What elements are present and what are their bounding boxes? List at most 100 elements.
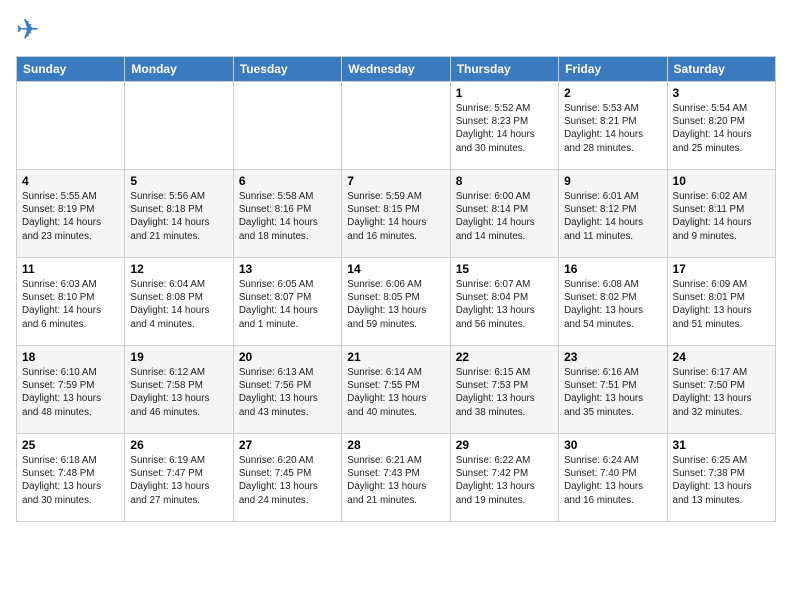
day-number: 1 bbox=[456, 86, 553, 100]
col-tuesday: Tuesday bbox=[233, 57, 341, 82]
day-info: Sunrise: 6:07 AMSunset: 8:04 PMDaylight:… bbox=[456, 278, 553, 331]
col-monday: Monday bbox=[125, 57, 233, 82]
day-info: Sunrise: 6:16 AMSunset: 7:51 PMDaylight:… bbox=[564, 366, 661, 419]
day-number: 15 bbox=[456, 262, 553, 276]
calendar-cell: 16 Sunrise: 6:08 AMSunset: 8:02 PMDayligh… bbox=[559, 258, 667, 346]
day-number: 21 bbox=[347, 350, 444, 364]
day-info: Sunrise: 6:24 AMSunset: 7:40 PMDaylight:… bbox=[564, 454, 661, 507]
col-friday: Friday bbox=[559, 57, 667, 82]
day-number: 19 bbox=[130, 350, 227, 364]
day-info: Sunrise: 5:54 AMSunset: 8:20 PMDaylight:… bbox=[673, 102, 770, 155]
day-number: 11 bbox=[22, 262, 119, 276]
calendar-cell: 2Sunrise: 5:53 AMSunset: 8:21 PMDaylight… bbox=[559, 82, 667, 170]
calendar-cell: 15 Sunrise: 6:07 AMSunset: 8:04 PMDayligh… bbox=[450, 258, 558, 346]
calendar-header-row: Sunday Monday Tuesday Wednesday Thursday… bbox=[17, 57, 776, 82]
day-info: Sunrise: 6:22 AMSunset: 7:42 PMDaylight:… bbox=[456, 454, 553, 507]
day-number: 27 bbox=[239, 438, 336, 452]
day-info: Sunrise: 6:13 AMSunset: 7:56 PMDaylight:… bbox=[239, 366, 336, 419]
calendar-week-2: 4Sunrise: 5:55 AMSunset: 8:19 PMDaylight… bbox=[17, 170, 776, 258]
logo-bird-icon: ✈ bbox=[16, 16, 39, 44]
calendar-cell: 21 Sunrise: 6:14 AMSunset: 7:55 PMDayligh… bbox=[342, 346, 450, 434]
col-thursday: Thursday bbox=[450, 57, 558, 82]
calendar-cell: 3 Sunrise: 5:54 AMSunset: 8:20 PMDaylight… bbox=[667, 82, 775, 170]
calendar-cell: 13 Sunrise: 6:05 AMSunset: 8:07 PMDayligh… bbox=[233, 258, 341, 346]
calendar-cell: 1 Sunrise: 5:52 AMSunset: 8:23 PMDaylight… bbox=[450, 82, 558, 170]
calendar-cell: 7 Sunrise: 5:59 AMSunset: 8:15 PMDaylight… bbox=[342, 170, 450, 258]
day-info: Sunrise: 5:59 AMSunset: 8:15 PMDaylight:… bbox=[347, 190, 444, 243]
day-number: 26 bbox=[130, 438, 227, 452]
day-number: 25 bbox=[22, 438, 119, 452]
calendar-cell: 11 Sunrise: 6:03 AMSunset: 8:10 PMDayligh… bbox=[17, 258, 125, 346]
day-info: Sunrise: 5:56 AMSunset: 8:18 PMDaylight:… bbox=[130, 190, 227, 243]
calendar-cell: 27 Sunrise: 6:20 AMSunset: 7:45 PMDayligh… bbox=[233, 434, 341, 522]
day-number: 7 bbox=[347, 174, 444, 188]
day-number: 14 bbox=[347, 262, 444, 276]
calendar-cell bbox=[125, 82, 233, 170]
day-info: Sunrise: 6:20 AMSunset: 7:45 PMDaylight:… bbox=[239, 454, 336, 507]
col-wednesday: Wednesday bbox=[342, 57, 450, 82]
calendar-week-1: 1 Sunrise: 5:52 AMSunset: 8:23 PMDaylight… bbox=[17, 82, 776, 170]
calendar-cell: 20 Sunrise: 6:13 AMSunset: 7:56 PMDayligh… bbox=[233, 346, 341, 434]
calendar-cell: 17Sunrise: 6:09 AMSunset: 8:01 PMDayligh… bbox=[667, 258, 775, 346]
day-number: 16 bbox=[564, 262, 661, 276]
calendar-cell: 28 Sunrise: 6:21 AMSunset: 7:43 PMDayligh… bbox=[342, 434, 450, 522]
calendar-cell bbox=[342, 82, 450, 170]
calendar-cell: 19 Sunrise: 6:12 AMSunset: 7:58 PMDayligh… bbox=[125, 346, 233, 434]
calendar-cell: 29 Sunrise: 6:22 AMSunset: 7:42 PMDayligh… bbox=[450, 434, 558, 522]
calendar-cell bbox=[17, 82, 125, 170]
day-number: 20 bbox=[239, 350, 336, 364]
calendar-week-5: 25Sunrise: 6:18 AMSunset: 7:48 PMDayligh… bbox=[17, 434, 776, 522]
day-number: 18 bbox=[22, 350, 119, 364]
calendar-cell: 24 Sunrise: 6:17 AMSunset: 7:50 PMDayligh… bbox=[667, 346, 775, 434]
calendar-cell: 30 Sunrise: 6:24 AMSunset: 7:40 PMDayligh… bbox=[559, 434, 667, 522]
day-number: 30 bbox=[564, 438, 661, 452]
day-number: 13 bbox=[239, 262, 336, 276]
day-number: 9 bbox=[564, 174, 661, 188]
calendar-cell: 10Sunrise: 6:02 AMSunset: 8:11 PMDayligh… bbox=[667, 170, 775, 258]
day-info: Sunrise: 6:25 AMSunset: 7:38 PMDaylight:… bbox=[673, 454, 770, 507]
day-info: Sunrise: 5:53 AMSunset: 8:21 PMDaylight:… bbox=[564, 102, 661, 155]
day-number: 8 bbox=[456, 174, 553, 188]
day-info: Sunrise: 6:14 AMSunset: 7:55 PMDaylight:… bbox=[347, 366, 444, 419]
calendar-cell: 14 Sunrise: 6:06 AMSunset: 8:05 PMDayligh… bbox=[342, 258, 450, 346]
day-info: Sunrise: 6:04 AMSunset: 8:08 PMDaylight:… bbox=[130, 278, 227, 331]
day-number: 22 bbox=[456, 350, 553, 364]
calendar-cell: 22Sunrise: 6:15 AMSunset: 7:53 PMDayligh… bbox=[450, 346, 558, 434]
calendar-cell bbox=[233, 82, 341, 170]
day-number: 3 bbox=[673, 86, 770, 100]
day-number: 12 bbox=[130, 262, 227, 276]
day-info: Sunrise: 6:00 AMSunset: 8:14 PMDaylight:… bbox=[456, 190, 553, 243]
day-info: Sunrise: 6:19 AMSunset: 7:47 PMDaylight:… bbox=[130, 454, 227, 507]
day-info: Sunrise: 6:08 AMSunset: 8:02 PMDaylight:… bbox=[564, 278, 661, 331]
day-info: Sunrise: 6:09 AMSunset: 8:01 PMDaylight:… bbox=[673, 278, 770, 331]
day-info: Sunrise: 5:52 AMSunset: 8:23 PMDaylight:… bbox=[456, 102, 553, 155]
day-number: 6 bbox=[239, 174, 336, 188]
calendar-cell: 9 Sunrise: 6:01 AMSunset: 8:12 PMDaylight… bbox=[559, 170, 667, 258]
calendar-cell: 25Sunrise: 6:18 AMSunset: 7:48 PMDayligh… bbox=[17, 434, 125, 522]
day-info: Sunrise: 6:06 AMSunset: 8:05 PMDaylight:… bbox=[347, 278, 444, 331]
day-number: 29 bbox=[456, 438, 553, 452]
calendar-cell: 23Sunrise: 6:16 AMSunset: 7:51 PMDayligh… bbox=[559, 346, 667, 434]
day-number: 28 bbox=[347, 438, 444, 452]
day-number: 24 bbox=[673, 350, 770, 364]
day-info: Sunrise: 6:17 AMSunset: 7:50 PMDaylight:… bbox=[673, 366, 770, 419]
calendar-cell: 8 Sunrise: 6:00 AMSunset: 8:14 PMDaylight… bbox=[450, 170, 558, 258]
calendar-cell: 6 Sunrise: 5:58 AMSunset: 8:16 PMDaylight… bbox=[233, 170, 341, 258]
day-number: 31 bbox=[673, 438, 770, 452]
day-info: Sunrise: 5:58 AMSunset: 8:16 PMDaylight:… bbox=[239, 190, 336, 243]
day-info: Sunrise: 6:12 AMSunset: 7:58 PMDaylight:… bbox=[130, 366, 227, 419]
day-info: Sunrise: 6:21 AMSunset: 7:43 PMDaylight:… bbox=[347, 454, 444, 507]
calendar-table: Sunday Monday Tuesday Wednesday Thursday… bbox=[16, 56, 776, 522]
day-number: 5 bbox=[130, 174, 227, 188]
day-info: Sunrise: 6:03 AMSunset: 8:10 PMDaylight:… bbox=[22, 278, 119, 331]
day-info: Sunrise: 5:55 AMSunset: 8:19 PMDaylight:… bbox=[22, 190, 119, 243]
day-info: Sunrise: 6:05 AMSunset: 8:07 PMDaylight:… bbox=[239, 278, 336, 331]
logo: ✈ bbox=[16, 16, 43, 44]
calendar-week-3: 11 Sunrise: 6:03 AMSunset: 8:10 PMDayligh… bbox=[17, 258, 776, 346]
calendar-cell: 4Sunrise: 5:55 AMSunset: 8:19 PMDaylight… bbox=[17, 170, 125, 258]
day-info: Sunrise: 6:02 AMSunset: 8:11 PMDaylight:… bbox=[673, 190, 770, 243]
day-info: Sunrise: 6:01 AMSunset: 8:12 PMDaylight:… bbox=[564, 190, 661, 243]
page-header: ✈ bbox=[16, 16, 776, 44]
calendar-week-4: 18Sunrise: 6:10 AMSunset: 7:59 PMDayligh… bbox=[17, 346, 776, 434]
calendar-cell: 12 Sunrise: 6:04 AMSunset: 8:08 PMDayligh… bbox=[125, 258, 233, 346]
